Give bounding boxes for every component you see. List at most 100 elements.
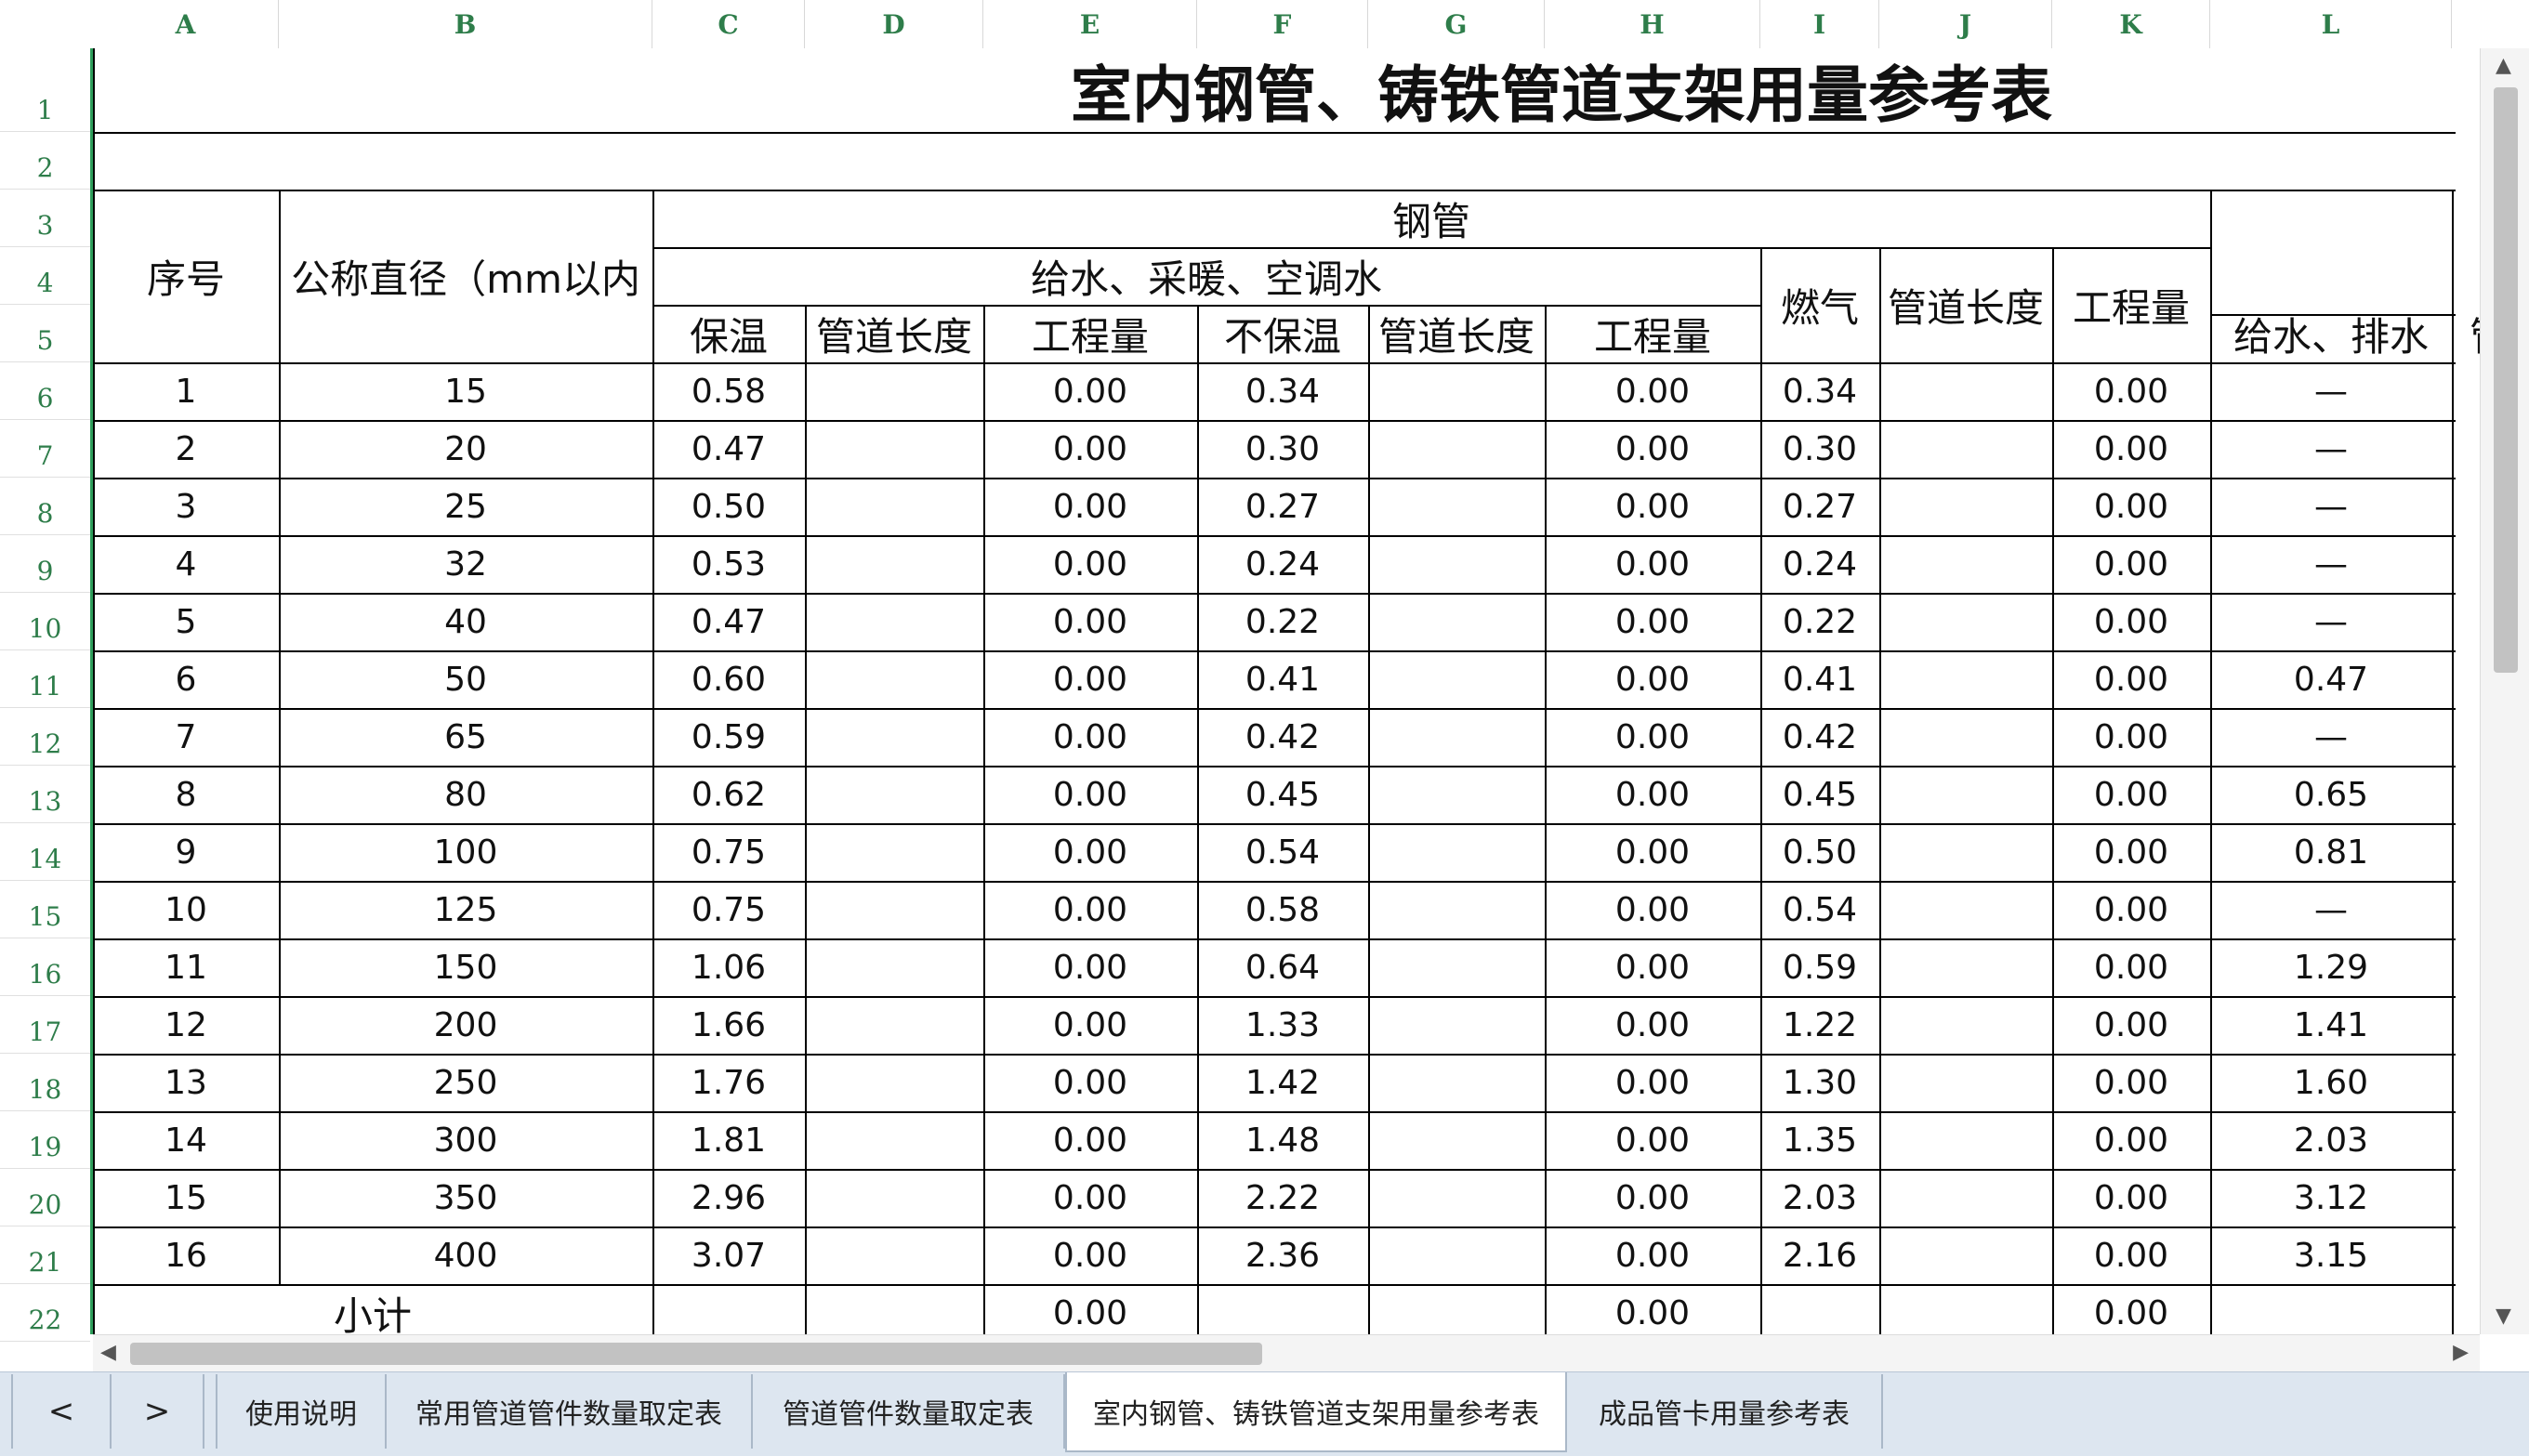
table-cell[interactable]: 15 xyxy=(93,1169,279,1226)
table-cell[interactable]: 10 xyxy=(93,881,279,938)
table-cell[interactable]: 32 xyxy=(279,535,652,593)
row-header-5[interactable]: 5 xyxy=(0,305,90,362)
subtotal-label[interactable]: 小计 xyxy=(93,1284,652,1335)
table-cell[interactable]: 0.00 xyxy=(983,766,1197,823)
table-cell[interactable]: 14 xyxy=(93,1111,279,1169)
table-cell[interactable]: 1.33 xyxy=(1197,996,1368,1054)
table-cell[interactable]: 400 xyxy=(279,1226,652,1284)
column-header-I[interactable]: I xyxy=(1760,0,1879,48)
table-cell[interactable]: 0.62 xyxy=(652,766,805,823)
header-pipe-length-1[interactable]: 管道长度 xyxy=(805,305,983,362)
row-header-7[interactable]: 7 xyxy=(0,420,90,478)
table-cell[interactable]: 3.07 xyxy=(652,1226,805,1284)
table-cell[interactable]: 0.47 xyxy=(652,420,805,478)
prev-sheet-button[interactable]: < xyxy=(11,1374,112,1449)
row-header-20[interactable]: 20 xyxy=(0,1169,90,1226)
row-header-9[interactable]: 9 xyxy=(0,535,90,593)
table-cell[interactable]: 0.42 xyxy=(1197,708,1368,766)
scroll-right-arrow-icon[interactable]: ▶ xyxy=(2453,1343,2469,1363)
table-cell[interactable]: 0.00 xyxy=(2052,996,2210,1054)
table-cell[interactable]: 3.15 xyxy=(2210,1226,2452,1284)
header-steel[interactable]: 钢管 xyxy=(652,190,2210,247)
table-cell[interactable]: 1.81 xyxy=(652,1111,805,1169)
row-header-15[interactable]: 15 xyxy=(0,881,90,938)
table-cell[interactable]: 1.76 xyxy=(652,1054,805,1111)
table-cell[interactable]: 0.00 xyxy=(1545,535,1760,593)
table-cell[interactable]: 1.30 xyxy=(1760,1054,1879,1111)
column-header-D[interactable]: D xyxy=(805,0,983,48)
table-cell[interactable]: 2.03 xyxy=(2210,1111,2452,1169)
table-cell[interactable]: 1.48 xyxy=(1197,1111,1368,1169)
scroll-left-arrow-icon[interactable]: ◀ xyxy=(100,1343,116,1363)
row-header-2[interactable]: 2 xyxy=(0,132,90,190)
header-uninsulated[interactable]: 不保温 xyxy=(1197,305,1368,362)
sheet-tab-common-fittings[interactable]: 常用管道管件数量取定表 xyxy=(387,1374,753,1449)
column-header-A[interactable]: A xyxy=(93,0,279,48)
vertical-scroll-thumb[interactable] xyxy=(2494,87,2518,673)
column-header-C[interactable]: C xyxy=(652,0,805,48)
table-cell[interactable]: 0.60 xyxy=(652,650,805,708)
table-cell[interactable]: 0.00 xyxy=(2052,362,2210,420)
table-cell[interactable]: 0.30 xyxy=(1197,420,1368,478)
table-cell[interactable]: 1.22 xyxy=(1760,996,1879,1054)
column-header-F[interactable]: F xyxy=(1197,0,1368,48)
header-seq[interactable]: 序号 xyxy=(93,190,279,362)
table-cell[interactable]: 0.27 xyxy=(1197,478,1368,535)
table-cell[interactable]: 0.22 xyxy=(1760,593,1879,650)
table-cell[interactable]: 0.00 xyxy=(1545,593,1760,650)
table-cell[interactable]: 0.50 xyxy=(1760,823,1879,881)
table-cell[interactable]: 200 xyxy=(279,996,652,1054)
table-cell[interactable]: 0.30 xyxy=(1760,420,1879,478)
header-pipe-length-2[interactable]: 管道长度 xyxy=(1368,305,1545,362)
table-cell[interactable]: 1.60 xyxy=(2210,1054,2452,1111)
table-cell[interactable]: 0.54 xyxy=(1197,823,1368,881)
table-cell[interactable]: 2.16 xyxy=(1760,1226,1879,1284)
table-cell[interactable]: 0.00 xyxy=(2052,938,2210,996)
table-cell[interactable]: 0.24 xyxy=(1197,535,1368,593)
table-cell[interactable]: 9 xyxy=(93,823,279,881)
table-cell[interactable]: 100 xyxy=(279,823,652,881)
table-cell[interactable]: 0.53 xyxy=(652,535,805,593)
table-cell[interactable]: 0.00 xyxy=(1545,938,1760,996)
table-cell[interactable]: 0.27 xyxy=(1760,478,1879,535)
table-cell[interactable]: 0.00 xyxy=(1545,478,1760,535)
row-header-16[interactable]: 16 xyxy=(0,938,90,996)
header-quantity-3[interactable]: 工程量 xyxy=(2052,247,2210,362)
table-cell[interactable]: 0.00 xyxy=(1545,823,1760,881)
table-cell[interactable]: 4 xyxy=(93,535,279,593)
table-cell[interactable]: 1.66 xyxy=(652,996,805,1054)
table-cell[interactable]: 0.00 xyxy=(1545,1054,1760,1111)
subtotal-quantity-2[interactable]: 0.00 xyxy=(1545,1284,1760,1334)
table-cell[interactable]: 0.58 xyxy=(652,362,805,420)
table-cell[interactable]: 0.00 xyxy=(1545,1169,1760,1226)
table-cell[interactable]: 0.00 xyxy=(983,420,1197,478)
header-gas[interactable]: 燃气 xyxy=(1760,247,1879,362)
header-quantity-2[interactable]: 工程量 xyxy=(1545,305,1760,362)
row-header-12[interactable]: 12 xyxy=(0,708,90,766)
column-header-H[interactable]: H xyxy=(1545,0,1760,48)
column-header-G[interactable]: G xyxy=(1368,0,1545,48)
table-cell[interactable]: 0.47 xyxy=(2210,650,2452,708)
row-header-11[interactable]: 11 xyxy=(0,650,90,708)
table-cell[interactable]: 0.00 xyxy=(2052,708,2210,766)
table-cell[interactable]: — xyxy=(2210,362,2452,420)
table-cell[interactable]: 0.00 xyxy=(983,535,1197,593)
scroll-down-arrow-icon[interactable]: ▼ xyxy=(2496,1306,2511,1327)
table-cell[interactable]: 0.00 xyxy=(2052,535,2210,593)
table-cell[interactable]: 2.22 xyxy=(1197,1169,1368,1226)
row-header-3[interactable]: 3 xyxy=(0,190,90,247)
table-cell[interactable]: 0.00 xyxy=(2052,420,2210,478)
table-cell[interactable]: 0.59 xyxy=(1760,938,1879,996)
table-cell[interactable]: 250 xyxy=(279,1054,652,1111)
sheet-title[interactable]: 室内钢管、铸铁管道支架用量参考表 xyxy=(1071,48,2052,132)
header-drain[interactable]: 给水、排水 xyxy=(2210,305,2452,362)
table-cell[interactable]: 1 xyxy=(93,362,279,420)
table-cell[interactable]: 0.00 xyxy=(983,996,1197,1054)
table-cell[interactable]: 0.00 xyxy=(2052,1226,2210,1284)
table-cell[interactable]: 2.36 xyxy=(1197,1226,1368,1284)
table-cell[interactable]: 0.00 xyxy=(983,1226,1197,1284)
table-cell[interactable]: 0.75 xyxy=(652,823,805,881)
table-cell[interactable]: 0.65 xyxy=(2210,766,2452,823)
table-cell[interactable]: 1.29 xyxy=(2210,938,2452,996)
row-header-10[interactable]: 10 xyxy=(0,593,90,650)
